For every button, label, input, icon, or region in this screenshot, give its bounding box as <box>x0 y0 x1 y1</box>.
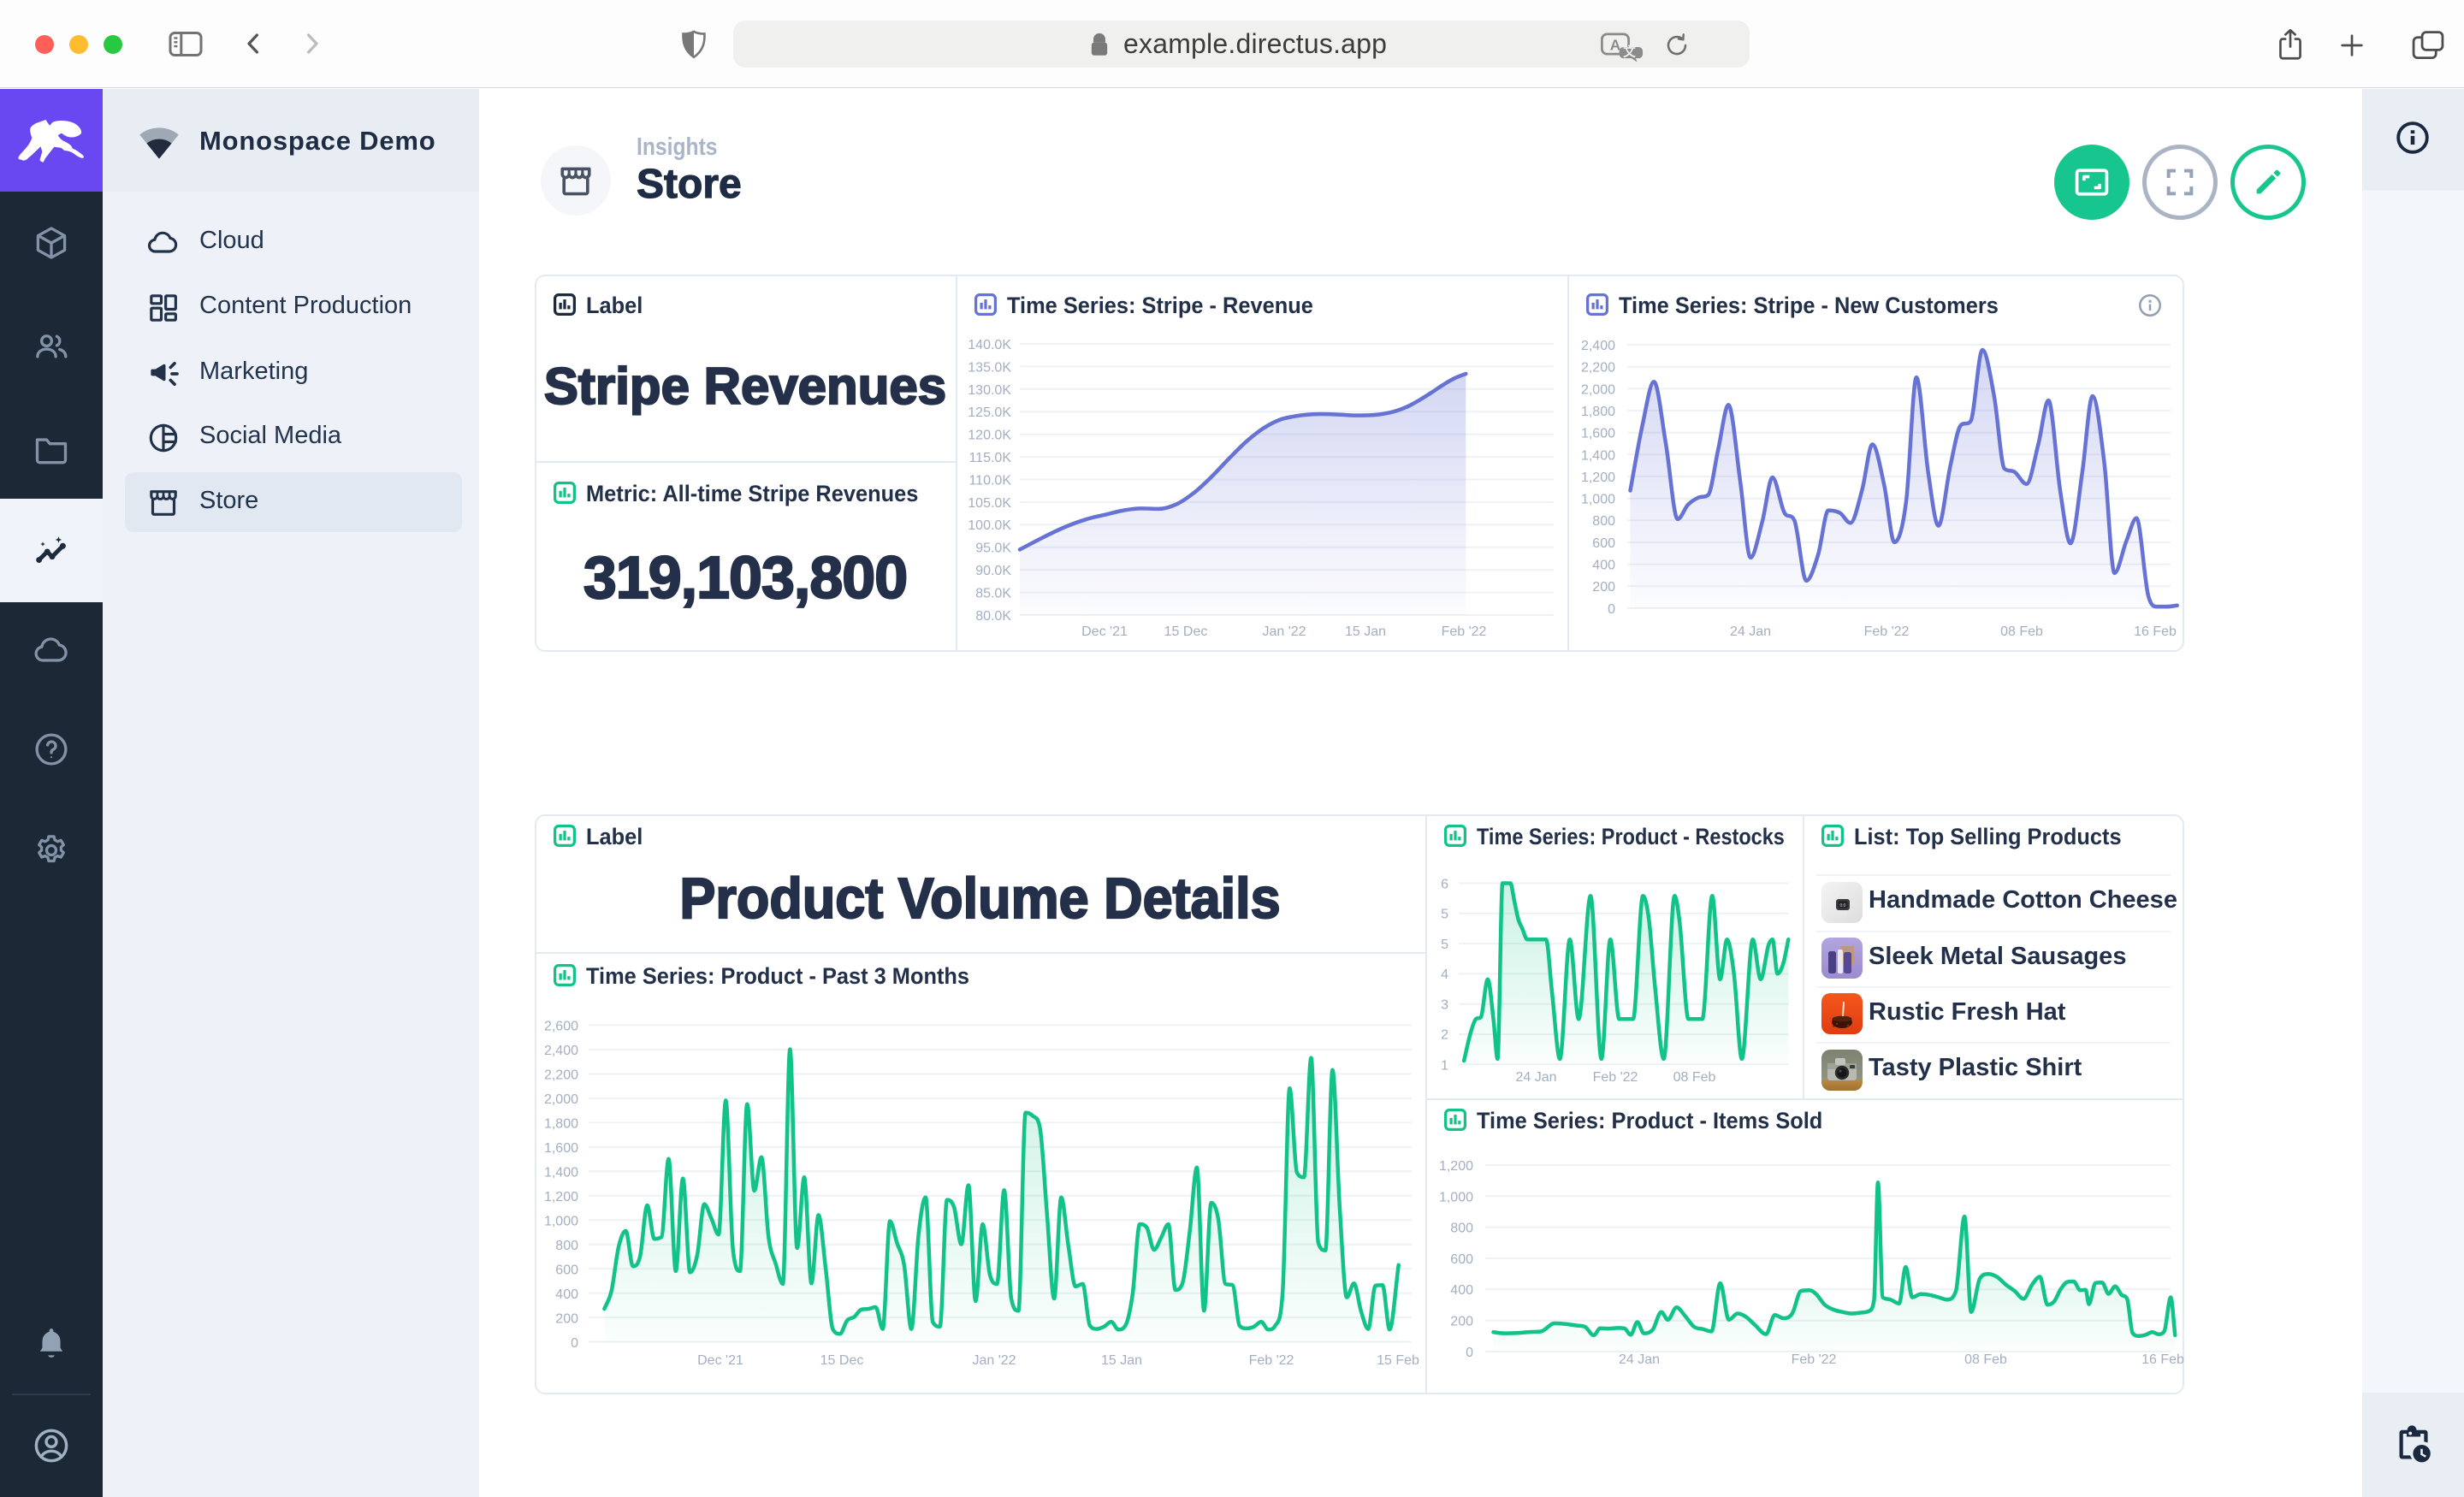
svg-text:1,600: 1,600 <box>544 1141 578 1156</box>
svg-text:800: 800 <box>1450 1222 1473 1236</box>
svg-text:Feb '22: Feb '22 <box>1442 624 1487 639</box>
svg-text:24 Jan: 24 Jan <box>1515 1070 1556 1085</box>
svg-text:1,600: 1,600 <box>1581 427 1615 441</box>
svg-text:400: 400 <box>1450 1283 1473 1298</box>
svg-text:2,200: 2,200 <box>1581 361 1615 376</box>
svg-text:15 Dec: 15 Dec <box>820 1353 864 1368</box>
svg-text:Feb '22: Feb '22 <box>1864 624 1910 639</box>
svg-text:110.0K: 110.0K <box>968 473 1011 488</box>
svg-text:1: 1 <box>1441 1058 1448 1073</box>
svg-text:15 Jan: 15 Jan <box>1345 624 1386 639</box>
svg-text:800: 800 <box>555 1239 578 1253</box>
svg-text:08 Feb: 08 Feb <box>2000 624 2043 639</box>
svg-text:08 Feb: 08 Feb <box>1964 1352 2007 1367</box>
svg-text:125.0K: 125.0K <box>968 405 1011 420</box>
svg-text:85.0K: 85.0K <box>975 586 1011 601</box>
svg-text:200: 200 <box>555 1312 578 1327</box>
svg-text:5: 5 <box>1441 908 1448 922</box>
svg-text:600: 600 <box>1450 1252 1473 1267</box>
svg-text:0: 0 <box>571 1336 578 1351</box>
svg-text:Feb '22: Feb '22 <box>1593 1070 1638 1085</box>
svg-text:120.0K: 120.0K <box>968 429 1011 443</box>
svg-text:2,600: 2,600 <box>544 1020 578 1034</box>
svg-text:400: 400 <box>555 1287 578 1302</box>
svg-text:600: 600 <box>555 1263 578 1278</box>
svg-text:1,400: 1,400 <box>544 1166 578 1180</box>
svg-text:130.0K: 130.0K <box>968 383 1011 398</box>
svg-text:15 Feb: 15 Feb <box>1377 1353 1419 1368</box>
svg-text:文: 文 <box>1623 44 1636 60</box>
svg-text:1,800: 1,800 <box>544 1117 578 1132</box>
svg-text:1,200: 1,200 <box>544 1190 578 1204</box>
svg-text:90.0K: 90.0K <box>975 564 1011 578</box>
svg-text:0:0: 0:0 <box>1840 903 1846 908</box>
svg-text:100.0K: 100.0K <box>968 518 1011 533</box>
svg-text:2,000: 2,000 <box>544 1092 578 1107</box>
svg-text:0: 0 <box>1466 1346 1473 1360</box>
svg-text:24 Jan: 24 Jan <box>1619 1352 1660 1367</box>
svg-text:1,800: 1,800 <box>1581 405 1615 419</box>
svg-text:2,400: 2,400 <box>1581 339 1615 353</box>
svg-text:115.0K: 115.0K <box>968 451 1011 465</box>
svg-text:1,400: 1,400 <box>1581 448 1615 463</box>
svg-text:800: 800 <box>1592 514 1615 529</box>
svg-text:4: 4 <box>1441 967 1448 982</box>
svg-text:08 Feb: 08 Feb <box>1673 1070 1716 1085</box>
svg-text:6: 6 <box>1441 878 1448 892</box>
svg-text:200: 200 <box>1450 1315 1473 1329</box>
svg-text:16 Feb: 16 Feb <box>2141 1352 2184 1367</box>
svg-text:16 Feb: 16 Feb <box>2134 624 2177 639</box>
svg-text:1,000: 1,000 <box>544 1215 578 1229</box>
svg-text:2,200: 2,200 <box>544 1068 578 1083</box>
svg-text:200: 200 <box>1592 580 1615 595</box>
svg-text:1,200: 1,200 <box>1439 1159 1473 1174</box>
svg-text:15 Jan: 15 Jan <box>1101 1353 1142 1368</box>
svg-text:15 Dec: 15 Dec <box>1164 624 1208 639</box>
svg-text:135.0K: 135.0K <box>968 360 1011 375</box>
svg-text:400: 400 <box>1592 559 1615 573</box>
svg-text:Dec '21: Dec '21 <box>697 1353 743 1368</box>
svg-text:0: 0 <box>1608 602 1615 617</box>
svg-text:600: 600 <box>1592 536 1615 551</box>
svg-text:24 Jan: 24 Jan <box>1730 624 1771 639</box>
svg-text:2: 2 <box>1441 1028 1448 1043</box>
svg-text:3: 3 <box>1441 997 1448 1012</box>
svg-text:Jan '22: Jan '22 <box>972 1353 1016 1368</box>
svg-text:5: 5 <box>1441 938 1448 952</box>
svg-text:2,400: 2,400 <box>544 1044 578 1058</box>
svg-text:105.0K: 105.0K <box>968 496 1011 511</box>
svg-text:1,200: 1,200 <box>1581 470 1615 485</box>
svg-text:1,000: 1,000 <box>1439 1190 1473 1204</box>
svg-text:2,000: 2,000 <box>1581 382 1615 397</box>
svg-text:Dec '21: Dec '21 <box>1081 624 1128 639</box>
svg-text:1,000: 1,000 <box>1581 493 1615 507</box>
svg-text:Feb '22: Feb '22 <box>1249 1353 1294 1368</box>
svg-text:140.0K: 140.0K <box>968 338 1011 352</box>
svg-text:95.0K: 95.0K <box>975 541 1011 556</box>
svg-text:80.0K: 80.0K <box>975 609 1011 624</box>
svg-text:Jan '22: Jan '22 <box>1262 624 1306 639</box>
svg-text:Feb '22: Feb '22 <box>1792 1352 1837 1367</box>
